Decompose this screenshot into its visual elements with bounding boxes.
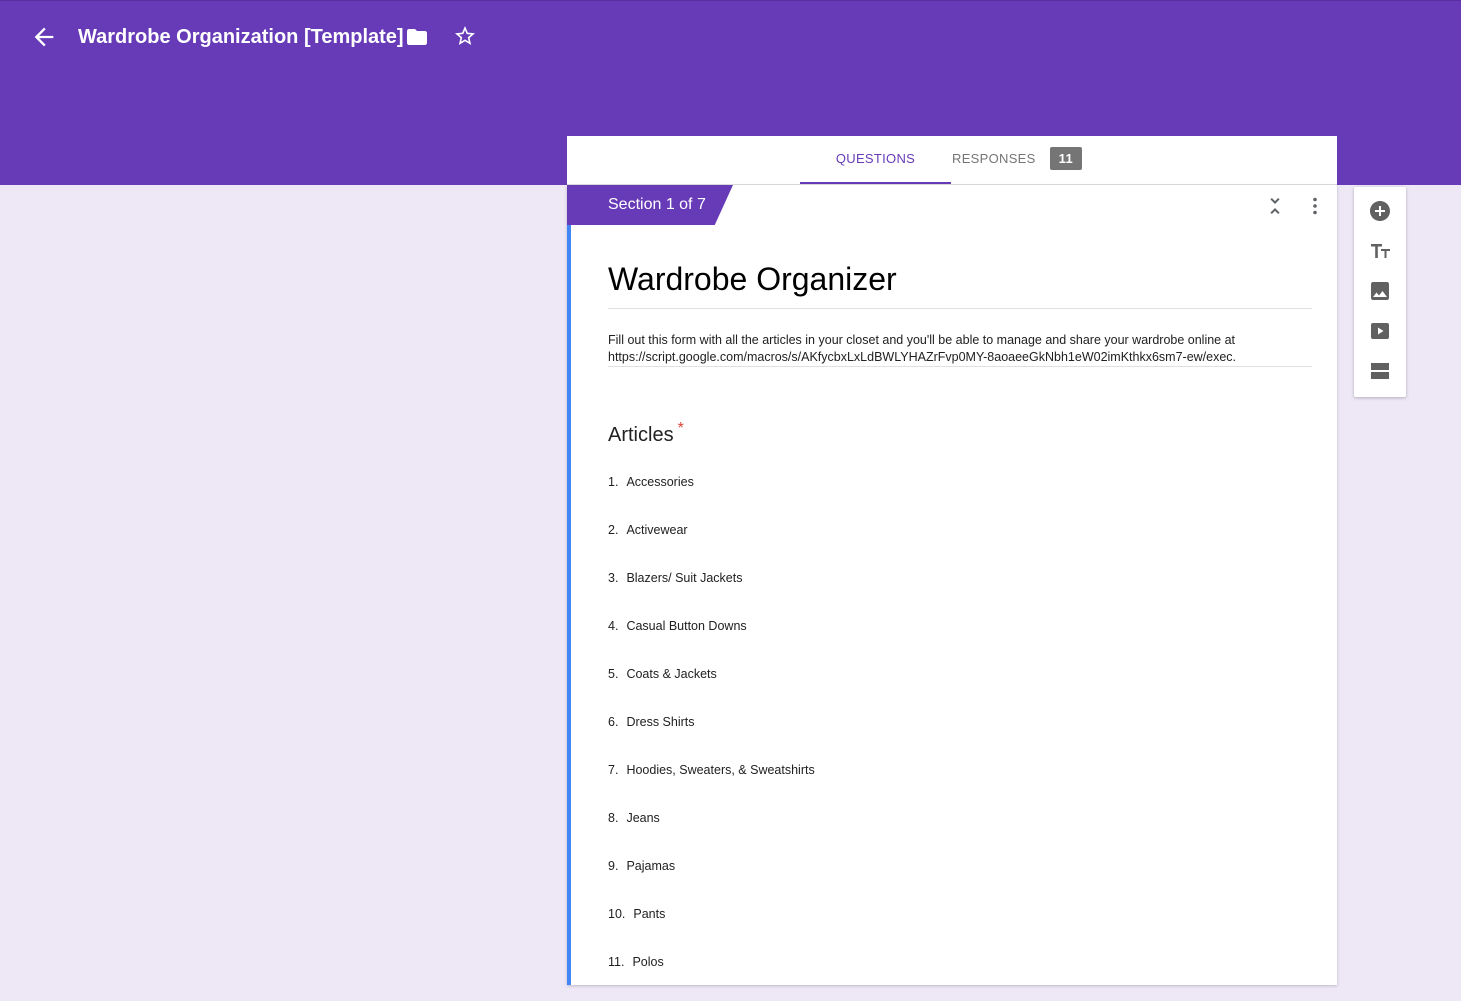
option-label: Coats & Jackets [626,667,717,681]
option-label: Pajamas [626,859,676,873]
collapse-icon[interactable] [1263,194,1287,218]
form-description-line: Fill out this form with all the articles… [608,333,1236,347]
question-title-text: Articles [608,424,674,446]
option-item[interactable]: 8. Jeans [608,809,815,857]
option-number: 6. [608,715,619,729]
option-label: Hoodies, Sweaters, & Sweatshirts [626,763,815,777]
option-item[interactable]: 4. Casual Button Downs [608,617,815,665]
title-text-icon[interactable] [1368,239,1392,263]
required-asterisk: * [677,420,684,437]
arrow-back-icon[interactable] [30,23,58,51]
option-item[interactable]: 10. Pants [608,905,815,953]
option-label: Blazers/ Suit Jackets [626,571,743,585]
section-icon[interactable] [1368,359,1392,383]
form-document-title[interactable]: Wardrobe Organization [Template] [78,23,404,51]
option-number: 1. [608,475,619,489]
form-description[interactable]: Fill out this form with all the articles… [608,332,1312,367]
option-label: Pants [633,907,666,921]
option-label: Dress Shirts [626,715,695,729]
option-label: Casual Button Downs [626,619,747,633]
question-title[interactable]: Articles * [608,420,684,451]
option-number: 10. [608,907,626,921]
tab-responses-label: RESPONSES [952,151,1036,166]
option-number: 3. [608,571,619,585]
section-label: Section 1 of 7 [567,185,733,225]
side-toolbar [1354,187,1406,397]
focus-indicator-bar [567,185,571,985]
folder-icon[interactable] [405,25,429,49]
star-outline-icon[interactable] [453,24,477,48]
option-item[interactable]: 11. Polos [608,953,815,1001]
responses-count-badge: 11 [1049,147,1082,171]
option-item[interactable]: 1. Accessories [608,473,815,521]
option-number: 8. [608,811,619,825]
more-vert-icon[interactable] [1303,194,1327,218]
form-description-url: https://script.google.com/macros/s/AKfyc… [608,350,1237,364]
tab-responses[interactable]: RESPONSES 11 [947,136,1087,184]
video-icon[interactable] [1368,319,1392,343]
tabs-bar: QUESTIONS RESPONSES 11 [567,136,1337,185]
form-card[interactable]: Section 1 of 7 Wardrobe Organizer Fill o… [567,185,1337,985]
option-item[interactable]: 9. Pajamas [608,857,815,905]
option-label: Jeans [626,811,660,825]
form-title[interactable]: Wardrobe Organizer [608,259,1312,309]
add-circle-icon[interactable] [1368,199,1392,223]
option-number: 5. [608,667,619,681]
option-item[interactable]: 6. Dress Shirts [608,713,815,761]
option-item[interactable]: 5. Coats & Jackets [608,665,815,713]
option-number: 7. [608,763,619,777]
option-item[interactable]: 2. Activewear [608,521,815,569]
option-number: 9. [608,859,619,873]
option-label: Activewear [626,523,688,537]
tab-questions[interactable]: QUESTIONS [800,136,951,184]
options-list: 1. Accessories 2. Activewear 3. Blazers/ Su… [608,473,815,1001]
option-number: 11. [608,955,625,969]
option-item[interactable]: 3. Blazers/ Suit Jackets [608,569,815,617]
image-icon[interactable] [1368,279,1392,303]
option-item[interactable]: 7. Hoodies, Sweaters, & Sweatshirts [608,761,815,809]
option-number: 2. [608,523,619,537]
option-number: 4. [608,619,619,633]
option-label: Polos [632,955,664,969]
option-label: Accessories [626,475,694,489]
tab-questions-label: QUESTIONS [835,151,916,166]
